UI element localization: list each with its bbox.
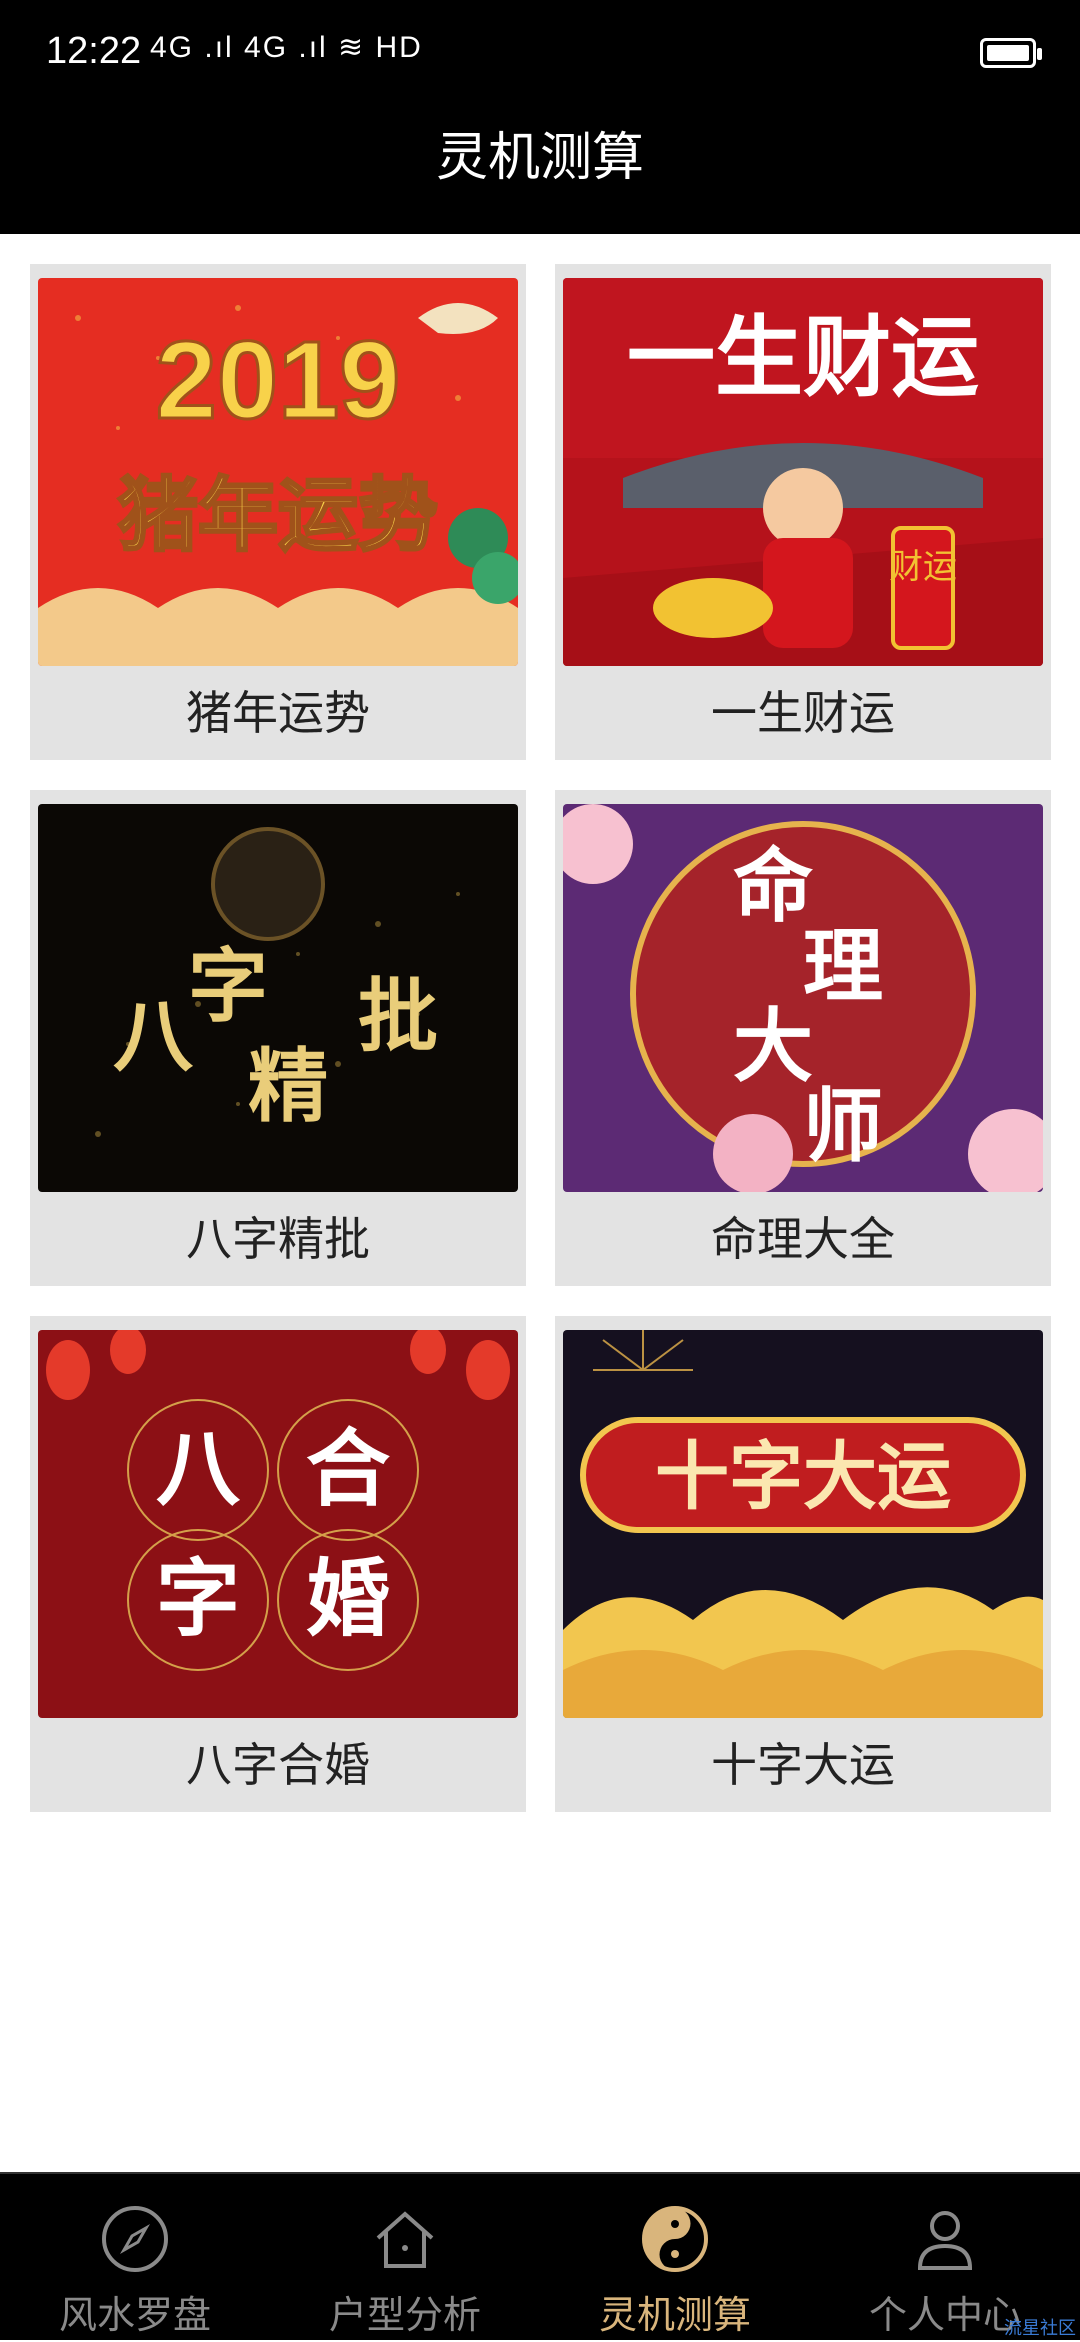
nav-label: 风水罗盘 (58, 2293, 211, 2337)
ten-char-banner-image: 十字大运 (563, 1330, 1043, 1718)
person-icon (917, 2211, 973, 2270)
house-icon (376, 2211, 434, 2268)
card-label: 十字大运 (711, 1738, 895, 1792)
card-label: 八字精批 (186, 1212, 370, 1266)
pig-year-banner-image: 2019 猪年运势 (38, 278, 518, 666)
banner-title-text: 一生财运 (627, 306, 979, 409)
banner-year-text: 2019 (156, 319, 401, 442)
card-bazi-reading[interactable]: 八 字 精 批 八字精批 (30, 790, 526, 1286)
wealth-banner-image: 财运 一生财运 (563, 278, 1043, 666)
yin-yang-icon (642, 2206, 708, 2272)
marriage-banner-image: 八 合 字 婚 (38, 1330, 518, 1718)
banner-char-3: 大 (733, 1000, 813, 1093)
card-destiny-master[interactable]: 命 理 大 师 命理大全 (555, 790, 1051, 1286)
card-ten-char-fortune[interactable]: 十字大运 十字大运 (555, 1316, 1051, 1812)
banner-char-4: 婚 (306, 1550, 390, 1648)
card-label: 猪年运势 (186, 686, 370, 740)
card-pig-year-fortune[interactable]: 2019 猪年运势 猪年运势 (30, 264, 526, 760)
status-time: 12:22 (46, 30, 142, 72)
banner-char-1: 八 (113, 990, 194, 1083)
scroll-text: 财运 (889, 547, 957, 587)
banner-title-text: 猪年运势 (118, 469, 438, 562)
compass-icon (102, 2206, 168, 2272)
page-title: 灵机测算 (435, 128, 644, 188)
status-bar: 12:22 4G .ıl 4G .ıl ≋ HD (0, 0, 1080, 110)
nav-item-fortune[interactable]: 灵机测算 (540, 2174, 810, 2342)
banner-char-2: 合 (306, 1420, 390, 1518)
card-label: 命理大全 (711, 1212, 895, 1266)
signal-wifi-icons: 4G .ıl 4G .ıl ≋ HD (150, 31, 423, 64)
nav-item-compass[interactable]: 风水罗盘 (0, 2174, 270, 2342)
card-label: 八字合婚 (186, 1738, 370, 1792)
destiny-banner-image: 命 理 大 师 (563, 804, 1043, 1192)
card-lifetime-wealth[interactable]: 财运 一生财运 一生财运 (555, 264, 1051, 760)
banner-char-3: 精 (248, 1040, 328, 1133)
banner-char-2: 字 (188, 940, 268, 1033)
banner-char-2: 理 (803, 920, 883, 1013)
banner-char-1: 命 (733, 840, 813, 933)
banner-char-1: 八 (156, 1420, 241, 1518)
banner-title-text: 十字大运 (655, 1434, 951, 1520)
banner-char-4: 师 (803, 1080, 883, 1173)
banner-char-4: 批 (358, 970, 438, 1063)
nav-label: 灵机测算 (598, 2293, 751, 2337)
nav-item-floorplan[interactable]: 户型分析 (270, 2174, 540, 2342)
watermark: 流星社区 (1004, 2318, 1076, 2339)
app-header: 灵机测算 (0, 110, 1080, 234)
card-bazi-marriage[interactable]: 八 合 字 婚 八字合婚 (30, 1316, 526, 1812)
battery-icon (980, 38, 1042, 68)
card-label: 一生财运 (711, 686, 895, 740)
nav-label: 户型分析 (328, 2293, 481, 2337)
bottom-nav: 风水罗盘 户型分析 灵机测算 个人中心 流星社区 (0, 2172, 1080, 2340)
banner-char-3: 字 (156, 1550, 240, 1648)
bazi-banner-image: 八 字 精 批 (38, 804, 518, 1192)
